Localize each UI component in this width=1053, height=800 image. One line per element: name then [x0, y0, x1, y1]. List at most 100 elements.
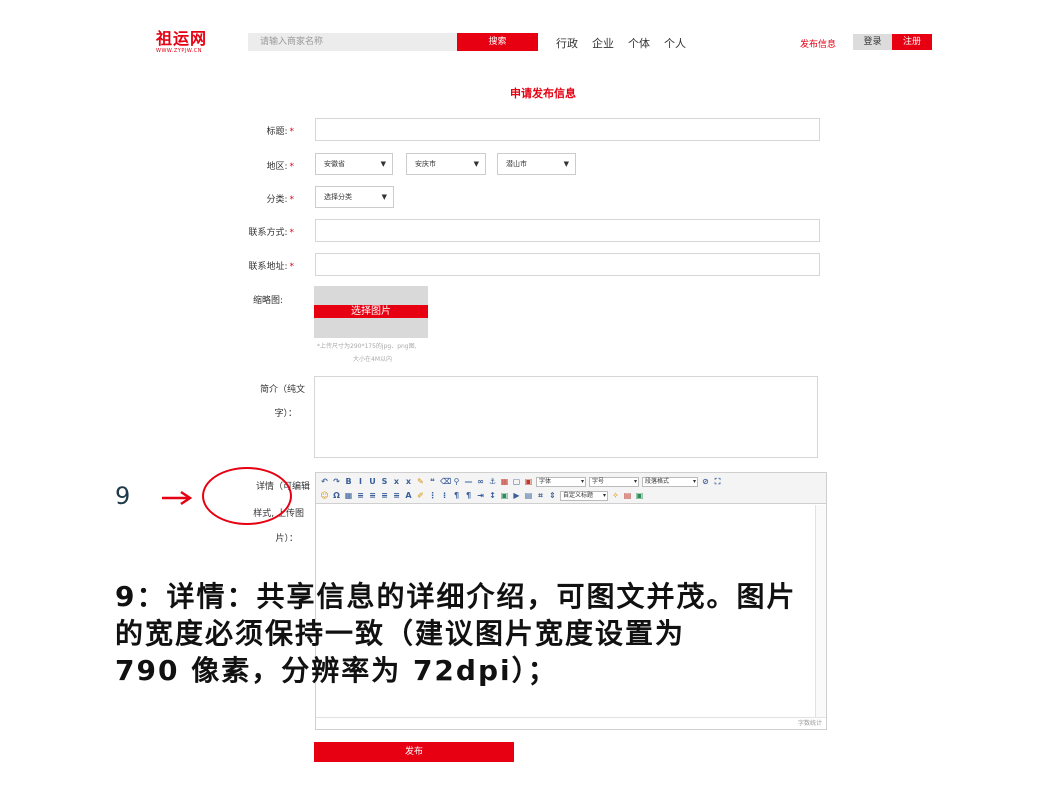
align-right-icon[interactable]: ≡ — [380, 491, 389, 500]
anchor-icon[interactable]: ⚓ — [488, 477, 497, 486]
ltr-icon[interactable]: ¶ — [452, 491, 461, 500]
image-icon[interactable]: ▣ — [524, 477, 533, 486]
font-size-select[interactable]: 字号 — [589, 476, 639, 487]
summary-label: 简介（纯文 — [259, 385, 305, 395]
page-icon[interactable]: ▢ — [512, 477, 521, 486]
chevron-down-icon: ▼ — [380, 160, 386, 168]
emoji-icon[interactable]: ☺ — [320, 491, 329, 500]
custom-title-select[interactable]: 自定义标题 — [560, 490, 608, 501]
horizontal-rule-icon[interactable]: — — [464, 477, 473, 486]
region-label: 地区: * — [266, 162, 295, 172]
logo-url: WWW.ZYPJW.CN — [156, 48, 203, 54]
subscript-icon[interactable]: x — [392, 477, 401, 486]
superscript-icon[interactable]: x — [404, 477, 413, 486]
link-icon[interactable]: ∞ — [476, 477, 485, 486]
rtl-icon[interactable]: ¶ — [464, 491, 473, 500]
paragraph-spacing-icon[interactable]: ⇕ — [548, 491, 557, 500]
required-mark: * — [289, 162, 295, 172]
bold-icon[interactable]: B — [344, 477, 353, 486]
nav-item-enterprise[interactable]: 企业 — [592, 35, 614, 51]
format-brush-icon[interactable]: ✎ — [416, 477, 425, 486]
annotation-arrow-icon — [162, 490, 193, 506]
insert-map-icon[interactable]: ▤ — [524, 491, 533, 500]
caption-line: 790 像素，分辨率为 72dpi）； — [115, 654, 558, 687]
category-select[interactable]: 选择分类 ▼ — [315, 186, 394, 208]
italic-icon[interactable]: I — [356, 477, 365, 486]
annotation-number: 9 — [115, 482, 131, 510]
code-icon[interactable]: ⌗ — [536, 491, 545, 500]
wand-icon[interactable]: ✧ — [611, 491, 620, 500]
login-button[interactable]: 登录 — [853, 34, 892, 50]
nav-item-personal[interactable]: 个人 — [664, 35, 686, 51]
province-select[interactable]: 安徽省 ▼ — [315, 153, 393, 175]
fullscreen-icon[interactable]: ⛶ — [713, 477, 722, 486]
preview-icon[interactable]: ▣ — [635, 491, 644, 500]
contact-label: 联系方式: * — [248, 228, 295, 238]
align-left-icon[interactable]: ≡ — [356, 491, 365, 500]
detail-label-end: 片）： — [275, 534, 298, 544]
search-replace-icon[interactable]: ⚲ — [452, 477, 461, 486]
address-input[interactable] — [315, 253, 820, 276]
table-icon[interactable]: ▦ — [344, 491, 353, 500]
logo-title: 祖运网 — [156, 29, 208, 48]
unordered-list-icon[interactable]: ⁝ — [440, 491, 449, 500]
county-select[interactable]: 潜山市 ▼ — [497, 153, 576, 175]
font-color-icon[interactable]: A — [404, 491, 413, 500]
annotation-caption: 9：详情：共享信息的详细介绍，可图文并茂。图片 的宽度必须保持一致（建议图片宽度… — [115, 578, 985, 689]
search-button[interactable]: 搜索 — [457, 33, 538, 51]
title-label: 标题: * — [266, 127, 295, 137]
top-nav: 行政 企业 个体 个人 — [556, 35, 686, 51]
nav-item-government[interactable]: 行政 — [556, 35, 578, 51]
redo-icon[interactable]: ↷ — [332, 477, 341, 486]
chevron-down-icon: ▼ — [473, 160, 479, 168]
insert-image-icon[interactable]: ▣ — [500, 491, 509, 500]
strikethrough-icon[interactable]: S — [380, 477, 389, 486]
ordered-list-icon[interactable]: ⋮ — [428, 491, 437, 500]
thumbnail-label: 缩略图: — [252, 296, 283, 306]
align-justify-icon[interactable]: ≡ — [392, 491, 401, 500]
contact-input[interactable] — [315, 219, 820, 242]
editor-toolbar: ↶ ↷ B I U S x x ✎ ❝ ⌫ ⚲ — ∞ ⚓ ▦ ▢ ▣ 字体 字… — [316, 473, 826, 504]
caption-line: 的宽度必须保持一致（建议图片宽度设置为 — [115, 617, 686, 650]
summary-label-cont: 字）： — [274, 409, 297, 419]
required-mark: * — [289, 195, 295, 205]
paste-icon[interactable]: ▤ — [623, 491, 632, 500]
calendar-icon[interactable]: ▦ — [500, 477, 509, 486]
clear-format-icon[interactable]: ⌫ — [440, 477, 451, 486]
unlink-icon[interactable]: ⊘ — [701, 477, 710, 486]
special-char-icon[interactable]: Ω — [332, 491, 341, 500]
align-center-icon[interactable]: ≡ — [368, 491, 377, 500]
nav-item-individual-business[interactable]: 个体 — [628, 35, 650, 51]
highlight-icon[interactable]: ✐ — [416, 491, 425, 500]
required-mark: * — [289, 228, 295, 238]
submit-button[interactable]: 发布 — [314, 742, 514, 762]
annotation-highlight-circle — [202, 467, 292, 525]
address-label: 联系地址: * — [248, 262, 295, 272]
thumbnail-hint-size: 大小在4M以内 — [353, 356, 392, 363]
insert-video-icon[interactable]: ▶ — [512, 491, 521, 500]
undo-icon[interactable]: ↶ — [320, 477, 329, 486]
toolbar-row-2: ☺ Ω ▦ ≡ ≡ ≡ ≡ A ✐ ⋮ ⁝ ¶ ¶ ⇥ ↕ ▣ ▶ ▤ ⌗ ⇕ … — [320, 489, 644, 502]
word-count: 字数统计 — [316, 717, 826, 729]
chevron-down-icon: ▼ — [563, 160, 569, 168]
font-family-select[interactable]: 字体 — [536, 476, 586, 487]
publish-info-link[interactable]: 发布信息 — [800, 37, 836, 50]
required-mark: * — [289, 127, 295, 137]
line-spacing-icon[interactable]: ↕ — [488, 491, 497, 500]
title-input[interactable] — [315, 118, 820, 141]
paragraph-format-select[interactable]: 段落格式 — [642, 476, 698, 487]
page-title: 申请发布信息 — [510, 87, 576, 100]
search-input[interactable] — [248, 33, 458, 51]
register-button[interactable]: 注册 — [892, 34, 932, 50]
select-image-button[interactable]: 选择图片 — [314, 305, 428, 318]
summary-textarea[interactable] — [314, 376, 818, 458]
site-logo[interactable]: 祖运网 WWW.ZYPJW.CN — [156, 30, 207, 54]
category-label: 分类: * — [266, 195, 295, 205]
underline-icon[interactable]: U — [368, 477, 377, 486]
toolbar-row-1: ↶ ↷ B I U S x x ✎ ❝ ⌫ ⚲ — ∞ ⚓ ▦ ▢ ▣ 字体 字… — [320, 475, 722, 488]
thumbnail-hint: *上传尺寸为290*175的jpg、png图, — [317, 343, 417, 350]
required-mark: * — [289, 262, 295, 272]
blockquote-icon[interactable]: ❝ — [428, 477, 437, 486]
city-select[interactable]: 安庆市 ▼ — [406, 153, 486, 175]
indent-icon[interactable]: ⇥ — [476, 491, 485, 500]
